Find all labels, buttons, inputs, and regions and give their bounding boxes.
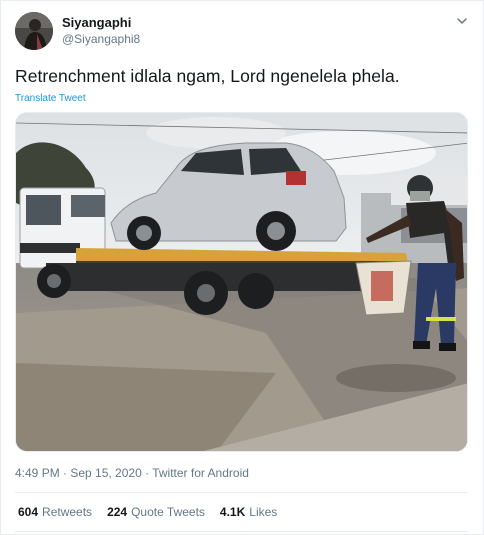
retweets-stat[interactable]: 604 Retweets	[18, 505, 92, 519]
likes-count: 4.1K	[219, 505, 246, 519]
tweet-photo[interactable]	[15, 112, 468, 452]
quote-tweets-stat[interactable]: 224 Quote Tweets	[107, 505, 205, 519]
divider	[15, 531, 468, 532]
author-handle[interactable]: @Siyangaphi8	[62, 32, 140, 46]
likes-label: Likes	[249, 505, 278, 519]
quote-tweets-label: Quote Tweets	[131, 505, 205, 519]
tweet-stats: 604 Retweets 224 Quote Tweets 4.1K Likes	[18, 505, 292, 519]
tweet-timestamp[interactable]: 4:49 PM · Sep 15, 2020 · Twitter for And…	[15, 466, 249, 480]
avatar[interactable]	[15, 12, 53, 50]
tweet-text: Retrenchment idlala ngam, Lord ngenelela…	[15, 66, 400, 86]
avatar-image	[15, 12, 53, 50]
retweets-count: 604	[18, 505, 39, 519]
author-display-name[interactable]: Siyangaphi	[62, 15, 131, 30]
tweet-card: Siyangaphi @Siyangaphi8 Retrenchment idl…	[0, 0, 484, 535]
tow-truck-photo	[16, 113, 467, 451]
chevron-down-icon[interactable]	[455, 14, 469, 28]
divider	[15, 492, 468, 493]
likes-stat[interactable]: 4.1K Likes	[220, 505, 277, 519]
quote-tweets-count: 224	[107, 505, 128, 519]
retweets-label: Retweets	[42, 505, 93, 519]
translate-tweet-link[interactable]: Translate Tweet	[15, 93, 86, 104]
